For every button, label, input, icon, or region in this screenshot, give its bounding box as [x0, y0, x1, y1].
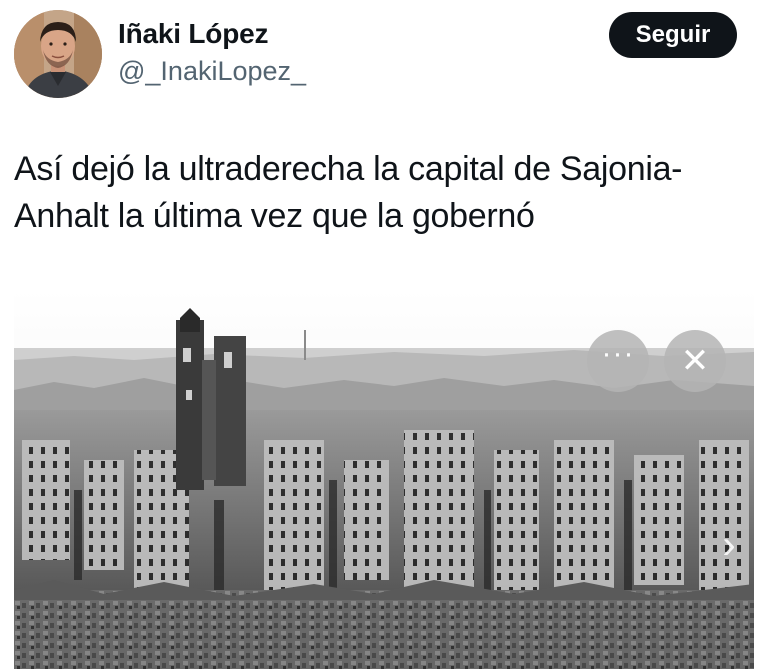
chevron-right-icon: › — [722, 522, 736, 567]
tweet-card: Iñaki López @_InakiLopez_ Seguir Así dej… — [0, 0, 768, 669]
author-name[interactable]: Iñaki López — [118, 18, 268, 50]
follow-button[interactable]: Seguir — [609, 12, 737, 58]
person-portrait-icon — [14, 10, 102, 98]
close-media-button[interactable]: ✕ — [664, 330, 726, 392]
author-handle[interactable]: @_InakiLopez_ — [118, 56, 306, 87]
close-icon: ✕ — [680, 342, 710, 380]
more-options-button[interactable]: ··· — [587, 330, 649, 392]
next-image-button[interactable]: › — [714, 522, 744, 567]
more-horizontal-icon: ··· — [601, 337, 635, 370]
author-avatar[interactable] — [14, 10, 102, 98]
tweet-text: Así dejó la ultraderecha la capital de S… — [14, 150, 683, 235]
